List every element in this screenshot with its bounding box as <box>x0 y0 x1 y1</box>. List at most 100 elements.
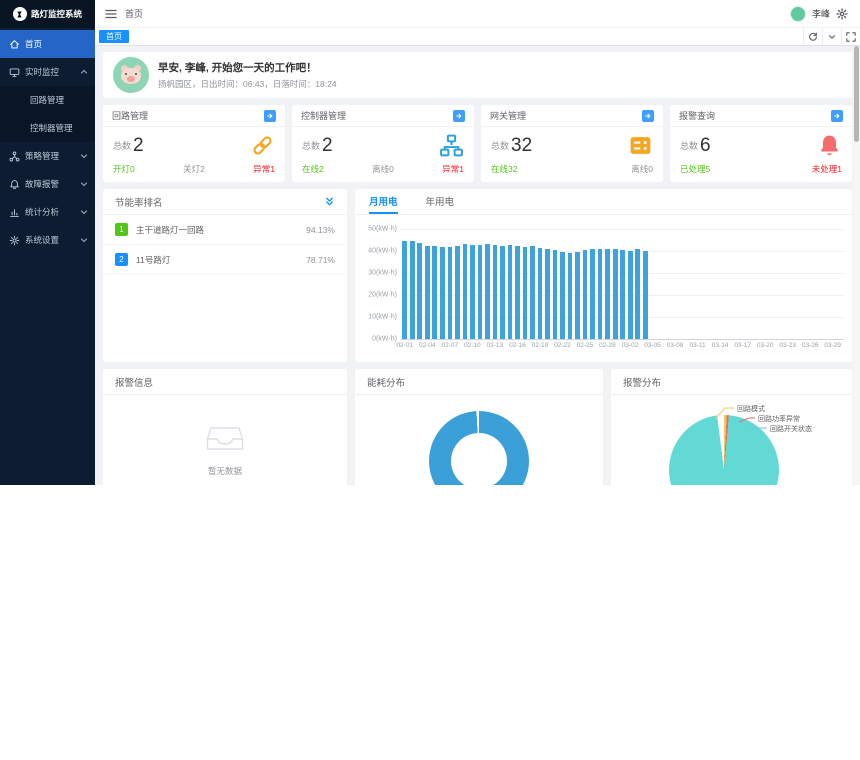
card-gateway-management: 网关管理 总数 32 在线32 离线0 <box>481 105 663 182</box>
goto-arrow-button[interactable] <box>831 110 843 122</box>
chevron-down-icon <box>80 236 88 244</box>
energy-distribution-donut[interactable] <box>429 411 529 485</box>
energy-saving-ranking-panel: 节能率排名 1 主干道路灯一回路 94.13% 2 11号路灯 78.71% <box>103 189 347 362</box>
card-alarm-query: 报警查询 总数 6 已处理5 未处理1 <box>670 105 852 182</box>
total-value: 6 <box>700 136 711 155</box>
tab-monthly-power[interactable]: 月用电 <box>369 189 398 214</box>
middle-row: 节能率排名 1 主干道路灯一回路 94.13% 2 11号路灯 78.71% <box>103 189 852 362</box>
stat-unhandled: 未处理1 <box>812 163 842 175</box>
fullscreen-icon[interactable] <box>841 28 860 45</box>
alarm-distribution-panel: 报警分布 回路模式 回路功率异常 回路开关状态 <box>611 369 852 485</box>
stat-online: 在线2 <box>302 163 324 175</box>
pie-label-circuit-power-abnormal: 回路功率异常 <box>758 414 800 424</box>
sidebar: 路灯监控系统 首页 实时监控 回路管理 控制 <box>0 0 95 485</box>
app-logo-icon <box>13 7 27 21</box>
sidebar-item-system-settings[interactable]: 系统设置 <box>0 226 95 254</box>
sidebar-item-fault-alarm[interactable]: 故障报警 <box>0 170 95 198</box>
stat-abnormal: 异常1 <box>442 163 464 175</box>
user-name[interactable]: 李峰 <box>812 7 830 20</box>
circuit-name: 主干道路灯一回路 <box>136 224 306 236</box>
alarm-distribution-chart: 回路模式 回路功率异常 回路开关状态 <box>611 395 852 485</box>
main-area: 首页 李峰 首页 <box>95 0 860 485</box>
sidebar-item-strategy-management[interactable]: 策略管理 <box>0 142 95 170</box>
alarm-distribution-pie[interactable] <box>669 415 779 485</box>
app-title: 路灯监控系统 <box>31 8 82 20</box>
tab-home[interactable]: 首页 <box>99 30 129 43</box>
ranking-row[interactable]: 2 11号路灯 78.71% <box>103 245 347 275</box>
user-avatar[interactable] <box>790 6 806 22</box>
pie-label-circuit-mode: 回路模式 <box>737 404 765 414</box>
refresh-icon[interactable] <box>803 28 822 45</box>
tab-yearly-power[interactable]: 年用电 <box>426 189 455 214</box>
chevron-up-icon <box>80 68 88 76</box>
header-user-area: 李峰 <box>790 6 848 22</box>
monitor-icon <box>9 67 20 78</box>
sitemap-icon <box>439 133 464 158</box>
chevron-down-icon <box>80 180 88 188</box>
tag-tab-bar: 首页 <box>95 28 860 46</box>
vertical-scrollbar[interactable] <box>853 46 860 485</box>
card-title: 网关管理 <box>490 109 526 122</box>
sidebar-item-statistics[interactable]: 统计分析 <box>0 198 95 226</box>
gear-icon <box>9 235 20 246</box>
rank-badge: 1 <box>115 223 128 236</box>
card-circuit-management: 回路管理 总数 2 开灯0 关灯2 异常1 <box>103 105 285 182</box>
link-icon <box>250 133 275 158</box>
energy-distribution-panel: 能耗分布 <box>355 369 603 485</box>
goto-arrow-button[interactable] <box>642 110 654 122</box>
card-title: 报警查询 <box>679 109 715 122</box>
total-label: 总数 <box>680 139 698 152</box>
stat-offline: 离线0 <box>372 163 394 175</box>
chevron-down-icon <box>80 208 88 216</box>
sidebar-item-realtime-monitor[interactable]: 实时监控 <box>0 58 95 86</box>
welcome-subtitle: 扬帆园区，日出时间：06:43，日落时间：18:24 <box>158 78 337 90</box>
gateway-icon <box>628 133 653 158</box>
empty-text: 暂无数据 <box>103 465 347 477</box>
bar-chart-icon <box>9 207 20 218</box>
goto-arrow-button[interactable] <box>453 110 465 122</box>
rank-badge: 2 <box>115 253 128 266</box>
stat-handled: 已处理5 <box>680 163 710 175</box>
stat-online: 在线32 <box>491 163 517 175</box>
welcome-title: 早安, 李峰, 开始您一天的工作吧！ <box>158 60 337 75</box>
panel-title: 能耗分布 <box>367 375 405 389</box>
double-chevron-down-icon[interactable] <box>324 196 335 207</box>
collapse-menu-icon[interactable] <box>105 8 117 20</box>
sidebar-item-home[interactable]: 首页 <box>0 30 95 58</box>
chart-tabs: 月用电 年用电 <box>355 189 852 215</box>
pie-label-circuit-switch-state: 回路开关状态 <box>770 424 812 434</box>
settings-gear-icon[interactable] <box>836 8 848 20</box>
sidebar-menu: 首页 实时监控 回路管理 控制器管理 策略管理 <box>0 28 95 485</box>
saving-rate: 78.71% <box>306 255 335 265</box>
breadcrumb[interactable]: 首页 <box>125 7 143 20</box>
share-nodes-icon <box>9 151 20 162</box>
card-controller-management: 控制器管理 总数 2 在线2 离线0 异常1 <box>292 105 474 182</box>
goto-arrow-button[interactable] <box>264 110 276 122</box>
total-value: 2 <box>133 136 144 155</box>
bar-x-axis: 02-0102-0402-0702-1002-1302-1602-1902-22… <box>401 342 844 354</box>
sidebar-item-controller-management[interactable]: 控制器管理 <box>0 114 95 142</box>
app-logo: 路灯监控系统 <box>0 0 95 28</box>
stat-lights-off: 关灯2 <box>183 163 205 175</box>
chevron-down-icon <box>80 152 88 160</box>
welcome-texts: 早安, 李峰, 开始您一天的工作吧！ 扬帆园区，日出时间：06:43，日落时间：… <box>158 60 337 90</box>
alarm-info-panel: 报警信息 暂无数据 <box>103 369 347 485</box>
stat-offline: 离线0 <box>631 163 653 175</box>
circuit-name: 11号路灯 <box>136 254 306 266</box>
sidebar-item-circuit-management[interactable]: 回路管理 <box>0 86 95 114</box>
content-area: 早安, 李峰, 开始您一天的工作吧！ 扬帆园区，日出时间：06:43，日落时间：… <box>95 46 860 485</box>
scrollbar-thumb[interactable] <box>854 46 859 142</box>
chevron-down-icon[interactable] <box>822 28 841 45</box>
top-header: 首页 李峰 <box>95 0 860 28</box>
bar-plot <box>401 229 844 339</box>
panel-title: 报警分布 <box>623 375 661 389</box>
card-title: 回路管理 <box>112 109 148 122</box>
ranking-row[interactable]: 1 主干道路灯一回路 94.13% <box>103 215 347 245</box>
saving-rate: 94.13% <box>306 225 335 235</box>
total-label: 总数 <box>302 139 320 152</box>
app-window: 路灯监控系统 首页 实时监控 回路管理 控制 <box>0 0 860 485</box>
empty-inbox-icon <box>206 425 244 452</box>
bottom-row: 报警信息 暂无数据 能耗分布 报警分布 <box>103 369 852 485</box>
bell-icon <box>817 133 842 158</box>
card-title: 控制器管理 <box>301 109 346 122</box>
